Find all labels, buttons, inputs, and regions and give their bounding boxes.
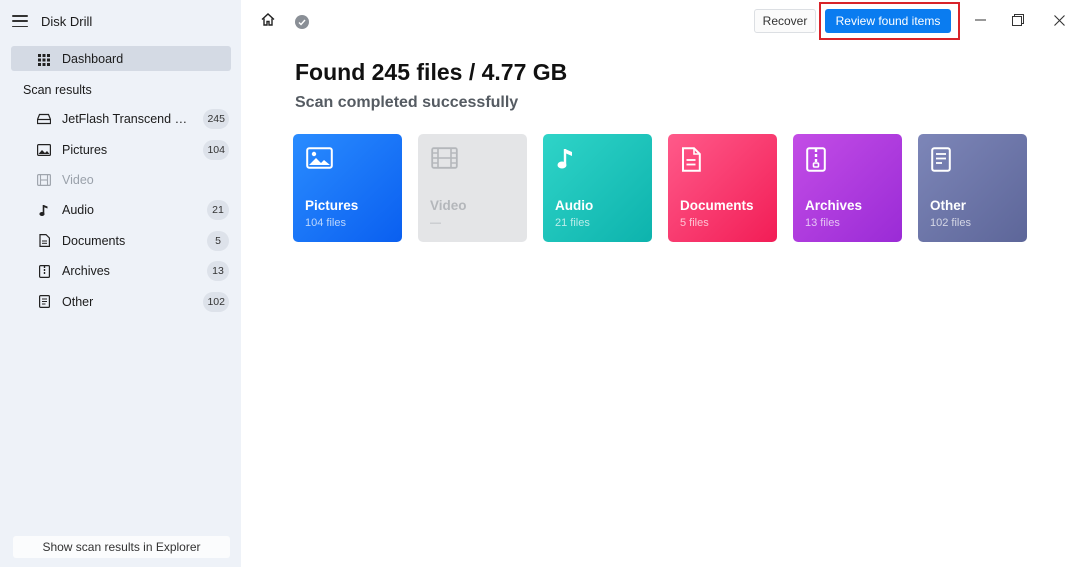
- archive-icon: [37, 264, 51, 278]
- image-icon: [37, 143, 51, 157]
- film-icon: [431, 147, 459, 173]
- sidebar-item-other[interactable]: Other 102: [11, 286, 231, 316]
- home-icon[interactable]: [261, 13, 275, 31]
- film-icon: [37, 173, 51, 187]
- page-title: Found 245 files / 4.77 GB: [295, 59, 568, 85]
- document-icon: [681, 147, 709, 173]
- count-badge: 13: [207, 261, 229, 282]
- scan-status-text: Scan completed successfully: [295, 94, 519, 111]
- sidebar-item-dashboard[interactable]: Dashboard: [11, 46, 231, 71]
- document-icon: [37, 234, 51, 248]
- tile-label: Documents: [680, 198, 754, 213]
- archive-icon: [806, 147, 834, 173]
- count-badge: 104: [203, 139, 229, 160]
- tile-count: 13 files: [805, 217, 840, 229]
- tile-label: Pictures: [305, 198, 359, 213]
- tile-count: 21 files: [555, 217, 590, 229]
- close-icon[interactable]: [1052, 13, 1066, 27]
- tile-video[interactable]: Video —: [418, 134, 527, 242]
- tile-count: 104 files: [305, 217, 346, 229]
- check-status-icon: [295, 15, 309, 29]
- app-title: Disk Drill: [41, 13, 93, 29]
- sidebar-item-drive[interactable]: JetFlash Transcend 4GB... 245: [11, 104, 231, 134]
- scan-results-list: JetFlash Transcend 4GB... 245 Pictures 1…: [11, 104, 231, 317]
- tile-count: 102 files: [930, 217, 971, 229]
- tile-label: Other: [930, 198, 967, 213]
- restore-icon[interactable]: [1011, 13, 1025, 27]
- tile-label: Audio: [555, 198, 594, 213]
- drive-icon: [37, 112, 51, 126]
- image-icon: [306, 147, 334, 173]
- sidebar-item-label: Dashboard: [62, 51, 124, 66]
- tile-audio[interactable]: Audio 21 files: [543, 134, 652, 242]
- recover-button[interactable]: Recover: [754, 9, 816, 33]
- tile-label: Video: [430, 198, 467, 213]
- sidebar-item-label: Archives: [62, 264, 110, 279]
- review-found-items-button[interactable]: Review found items: [825, 9, 951, 33]
- sidebar-item-label: Video: [62, 172, 94, 187]
- sidebar-item-label: Other: [62, 294, 94, 309]
- count-badge: 5: [207, 230, 229, 251]
- main-panel: Recover Review found items Found 245 fil…: [241, 0, 1080, 567]
- count-badge: 21: [207, 200, 229, 221]
- sidebar-item-label: Documents: [62, 233, 126, 248]
- tile-count: 5 files: [680, 217, 709, 229]
- tile-documents[interactable]: Documents 5 files: [668, 134, 777, 242]
- sidebar-item-audio[interactable]: Audio 21: [11, 195, 231, 225]
- count-badge: 102: [203, 291, 229, 312]
- minimize-icon[interactable]: [973, 13, 987, 27]
- tile-label: Archives: [805, 198, 863, 213]
- sidebar-item-label: Pictures: [62, 142, 108, 157]
- other-file-icon: [931, 147, 959, 173]
- count-badge: 245: [203, 109, 229, 130]
- tile-other[interactable]: Other 102 files: [918, 134, 1027, 242]
- sidebar-item-label: Audio: [62, 203, 94, 218]
- sidebar: Disk Drill Dashboard Scan results JetFla…: [0, 0, 241, 567]
- music-note-icon: [37, 203, 51, 217]
- hamburger-menu-icon[interactable]: [12, 15, 28, 27]
- tile-archives[interactable]: Archives 13 files: [793, 134, 902, 242]
- section-title-scan-results: Scan results: [23, 83, 92, 97]
- app-window: Disk Drill Dashboard Scan results JetFla…: [0, 0, 1080, 567]
- sidebar-header: Disk Drill: [12, 12, 92, 30]
- sidebar-item-pictures[interactable]: Pictures 104: [11, 134, 231, 164]
- sidebar-item-video[interactable]: Video: [11, 165, 231, 195]
- music-note-icon: [556, 147, 584, 173]
- other-file-icon: [37, 295, 51, 309]
- grid-icon: [38, 53, 50, 71]
- tile-count: —: [430, 217, 441, 229]
- sidebar-item-archives[interactable]: Archives 13: [11, 256, 231, 286]
- sidebar-item-documents[interactable]: Documents 5: [11, 226, 231, 256]
- sidebar-item-label: JetFlash Transcend 4GB...: [62, 112, 194, 127]
- tile-pictures[interactable]: Pictures 104 files: [293, 134, 402, 242]
- show-in-explorer-button[interactable]: Show scan results in Explorer: [13, 536, 230, 558]
